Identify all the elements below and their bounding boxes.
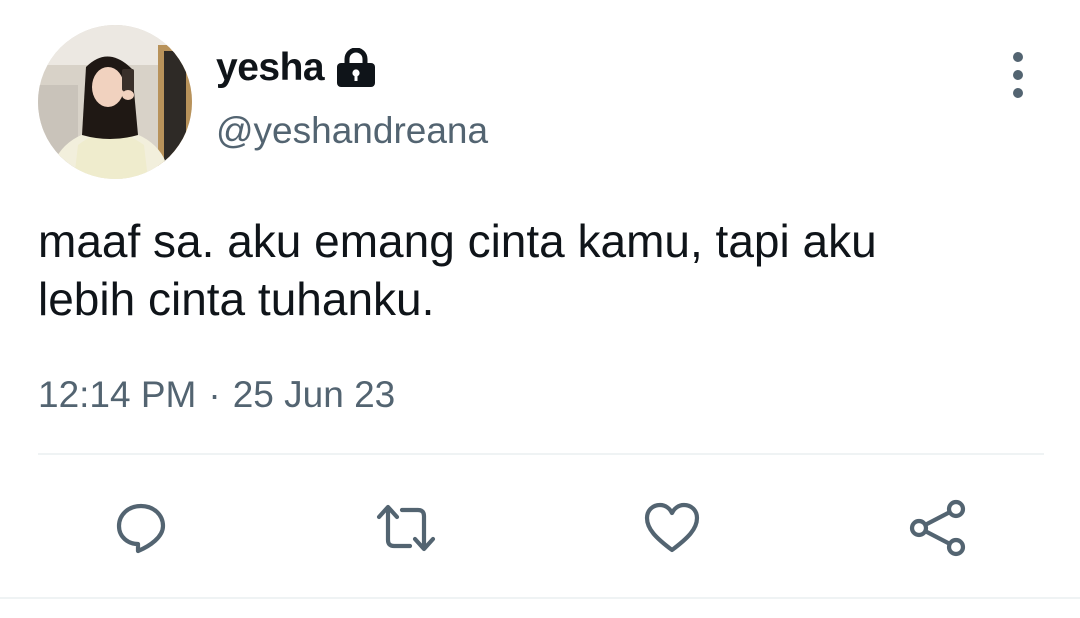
reply-button[interactable] xyxy=(109,496,173,560)
user-name-row: yesha xyxy=(216,44,378,92)
tweet-text: maaf sa. aku emang cinta kamu, tapi aku … xyxy=(38,215,877,325)
avatar-photo xyxy=(38,25,192,179)
tweet-detail: yesha @yeshandreana maaf sa. aku emang c… xyxy=(0,0,1080,618)
lock-icon xyxy=(334,48,378,88)
tweet-time: 12:14 PM xyxy=(38,374,197,415)
display-name[interactable]: yesha xyxy=(216,46,325,90)
bottom-divider xyxy=(0,597,1080,599)
user-handle[interactable]: @yeshandreana xyxy=(216,110,488,152)
divider xyxy=(38,453,1044,455)
share-button[interactable] xyxy=(906,496,970,560)
tweet-timestamp[interactable]: 12:14 PM · 25 Jun 23 xyxy=(38,374,395,416)
share-icon xyxy=(909,499,966,557)
retweet-button[interactable] xyxy=(374,496,438,560)
like-button[interactable] xyxy=(640,496,704,560)
heart-icon xyxy=(644,502,700,553)
more-options-button[interactable] xyxy=(998,52,1038,98)
timestamp-separator: · xyxy=(208,374,221,415)
tweet-date: 25 Jun 23 xyxy=(232,374,396,415)
reply-icon xyxy=(116,503,166,554)
more-vertical-icon xyxy=(1013,52,1023,62)
avatar[interactable] xyxy=(38,25,192,179)
retweet-icon xyxy=(376,504,436,552)
